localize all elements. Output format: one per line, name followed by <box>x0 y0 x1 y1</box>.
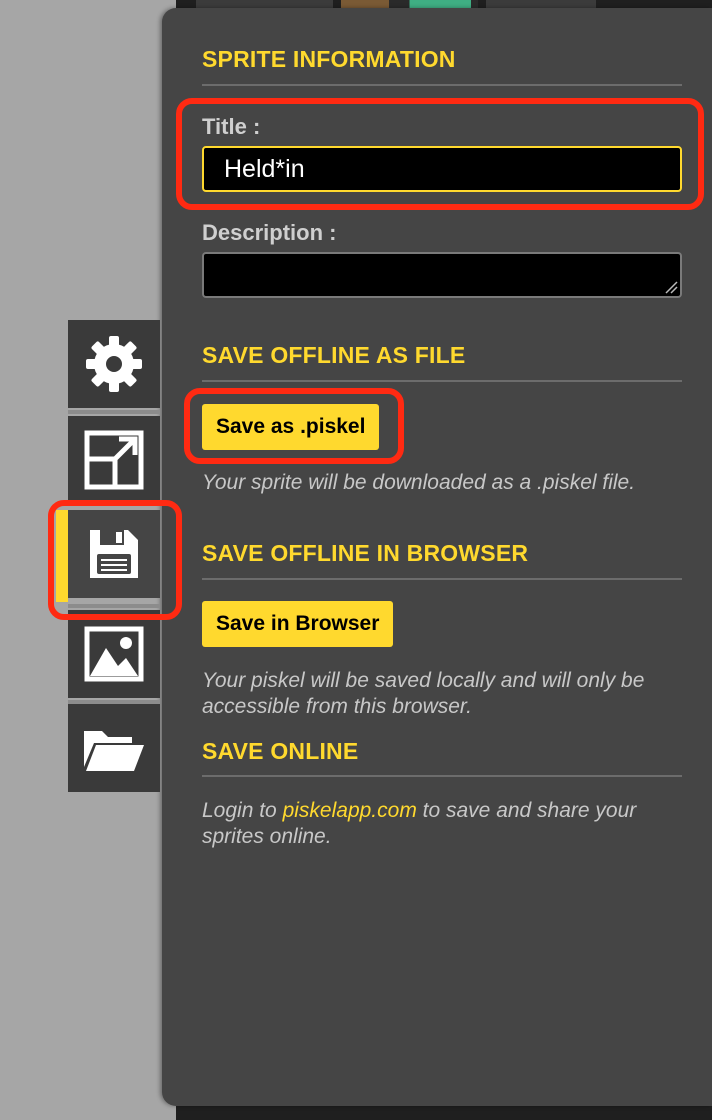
image-icon <box>84 626 144 682</box>
folder-open-icon <box>84 731 144 771</box>
save-browser-help-text: Your piskel will be saved locally and wi… <box>202 669 645 718</box>
save-in-browser-button[interactable]: Save in Browser <box>202 601 394 647</box>
piskelapp-link[interactable]: piskelapp.com <box>283 799 417 822</box>
highlight-save-piskel <box>184 388 404 464</box>
tab-settings[interactable] <box>68 320 160 408</box>
tab-export[interactable] <box>68 610 160 698</box>
highlight-save-tab <box>48 500 182 620</box>
save-file-help-text: Your sprite will be downloaded as a .pis… <box>202 471 636 494</box>
tab-separator <box>68 410 160 414</box>
section-title-sprite-information: SPRITE INFORMATION <box>202 46 456 72</box>
divider <box>202 380 682 382</box>
description-input[interactable] <box>202 252 682 298</box>
section-title-save-online: SAVE ONLINE <box>202 738 359 764</box>
section-title-save-offline-browser: SAVE OFFLINE IN BROWSER <box>202 540 529 566</box>
resize-grip-icon[interactable] <box>664 280 678 294</box>
gear-icon <box>86 336 142 392</box>
description-label: Description : <box>202 220 337 245</box>
highlight-title-field <box>176 98 704 210</box>
section-title-save-offline-file: SAVE OFFLINE AS FILE <box>202 342 466 368</box>
divider <box>202 578 682 580</box>
login-prefix: Login to <box>202 799 283 822</box>
resize-icon <box>84 430 144 490</box>
divider <box>202 775 682 777</box>
tab-import[interactable] <box>68 704 160 792</box>
divider <box>202 84 682 86</box>
save-online-help-text: Login to piskelapp.com to save and share… <box>202 798 692 850</box>
tab-resize[interactable] <box>68 416 160 504</box>
